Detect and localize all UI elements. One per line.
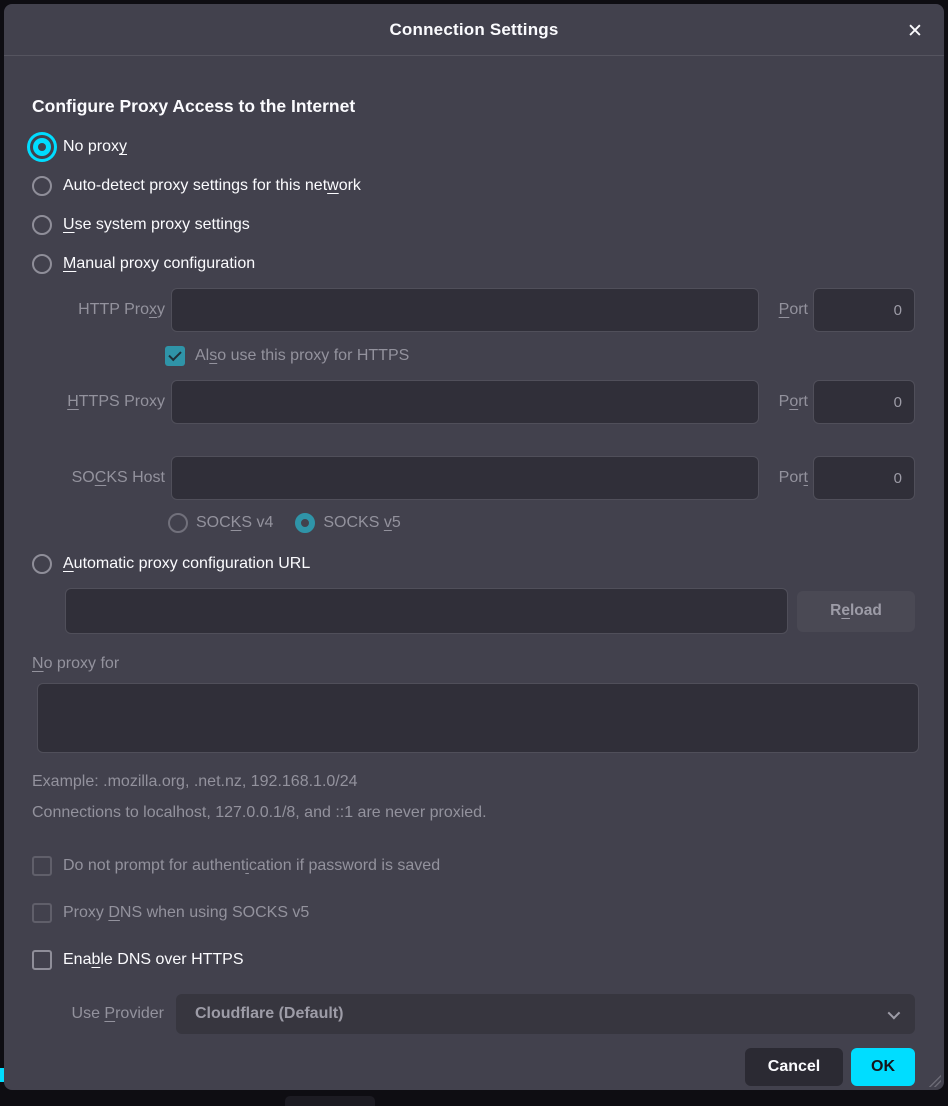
radio-option-manual-proxy[interactable]: Manual proxy configuration <box>32 249 915 279</box>
no-prompt-option[interactable]: Do not prompt for authentication if pass… <box>32 851 915 881</box>
socks-version-row: SOCKS v4 SOCKS v5 <box>168 513 915 533</box>
https-port-label: Port <box>764 393 808 411</box>
also-https-checkbox[interactable] <box>165 346 185 366</box>
http-proxy-label: HTTP Proxy <box>32 301 166 319</box>
autoconfig-url-input[interactable] <box>65 588 788 634</box>
no-proxy-example-text: Example: .mozilla.org, .net.nz, 192.168.… <box>32 773 915 791</box>
doh-checkbox[interactable] <box>32 950 52 970</box>
ok-button[interactable]: OK <box>851 1048 915 1086</box>
radio-label-no-proxy: No proxy <box>63 138 127 156</box>
doh-label: Enable DNS over HTTPS <box>63 951 244 969</box>
close-icon[interactable]: ✕ <box>902 18 928 44</box>
background-page-element <box>285 1096 375 1106</box>
radio-label-system-proxy: Use system proxy settings <box>63 216 250 234</box>
radio-no-proxy[interactable] <box>33 138 51 156</box>
doh-option[interactable]: Enable DNS over HTTPS <box>32 945 915 975</box>
radio-manual-proxy[interactable] <box>32 254 52 274</box>
https-port-input[interactable] <box>813 380 915 424</box>
radio-label-socks-v4: SOCKS v4 <box>196 514 273 532</box>
radio-socks-v5[interactable] <box>295 513 315 533</box>
radio-auto-detect[interactable] <box>32 176 52 196</box>
doh-provider-row: Use Provider Cloudflare (Default) <box>61 994 915 1034</box>
radio-autoconfig[interactable] <box>32 554 52 574</box>
socks-host-row: SOCKS Host Port <box>32 456 915 500</box>
no-prompt-label: Do not prompt for authentication if pass… <box>63 857 440 875</box>
dialog-content: Configure Proxy Access to the Internet N… <box>4 56 944 1090</box>
radio-label-manual-proxy: Manual proxy configuration <box>63 255 255 273</box>
also-https-option[interactable]: Also use this proxy for HTTPS <box>165 346 915 366</box>
radio-socks-v4[interactable] <box>168 513 188 533</box>
socks-port-input[interactable] <box>813 456 915 500</box>
proxy-dns-label: Proxy DNS when using SOCKS v5 <box>63 904 309 922</box>
connection-settings-dialog: Connection Settings ✕ Configure Proxy Ac… <box>4 4 944 1090</box>
autoconfig-url-row: Reload <box>65 588 915 634</box>
https-proxy-label: HTTPS Proxy <box>32 393 166 411</box>
radio-option-system-proxy[interactable]: Use system proxy settings <box>32 210 915 240</box>
radio-label-auto-detect: Auto-detect proxy settings for this netw… <box>63 177 361 195</box>
radio-option-auto-detect[interactable]: Auto-detect proxy settings for this netw… <box>32 171 915 201</box>
http-proxy-input[interactable] <box>171 288 759 332</box>
http-proxy-row: HTTP Proxy Port <box>32 288 915 332</box>
radio-option-autoconfig[interactable]: Automatic proxy configuration URL <box>32 549 915 579</box>
socks-port-label: Port <box>764 469 808 487</box>
dialog-title: Connection Settings <box>389 20 558 40</box>
resize-grip[interactable] <box>927 1073 941 1087</box>
dialog-titlebar: Connection Settings ✕ <box>4 4 944 56</box>
no-proxy-for-label: No proxy for <box>32 655 915 673</box>
proxy-dns-checkbox[interactable] <box>32 903 52 923</box>
no-proxy-for-textarea[interactable] <box>37 683 919 753</box>
section-heading: Configure Proxy Access to the Internet <box>32 96 915 117</box>
localhost-note-text: Connections to localhost, 127.0.0.1/8, a… <box>32 804 915 822</box>
also-https-label: Also use this proxy for HTTPS <box>195 347 409 365</box>
https-proxy-row: HTTPS Proxy Port <box>32 380 915 424</box>
https-proxy-input[interactable] <box>171 380 759 424</box>
radio-label-autoconfig: Automatic proxy configuration URL <box>63 555 310 573</box>
use-provider-label: Use Provider <box>61 1005 164 1023</box>
reload-button[interactable]: Reload <box>797 591 915 632</box>
proxy-dns-option[interactable]: Proxy DNS when using SOCKS v5 <box>32 898 915 928</box>
http-port-label: Port <box>764 301 808 319</box>
provider-dropdown-value: Cloudflare (Default) <box>195 1005 888 1023</box>
radio-option-no-proxy[interactable]: No proxy <box>32 132 915 162</box>
provider-dropdown[interactable]: Cloudflare (Default) <box>176 994 915 1034</box>
dialog-button-row: Cancel OK <box>32 1048 915 1086</box>
socks-host-input[interactable] <box>171 456 759 500</box>
no-prompt-checkbox[interactable] <box>32 856 52 876</box>
cancel-button[interactable]: Cancel <box>745 1048 843 1086</box>
radio-system-proxy[interactable] <box>32 215 52 235</box>
http-port-input[interactable] <box>813 288 915 332</box>
radio-label-socks-v5: SOCKS v5 <box>323 514 400 532</box>
socks-host-label: SOCKS Host <box>32 469 166 487</box>
chevron-down-icon <box>888 1006 901 1019</box>
